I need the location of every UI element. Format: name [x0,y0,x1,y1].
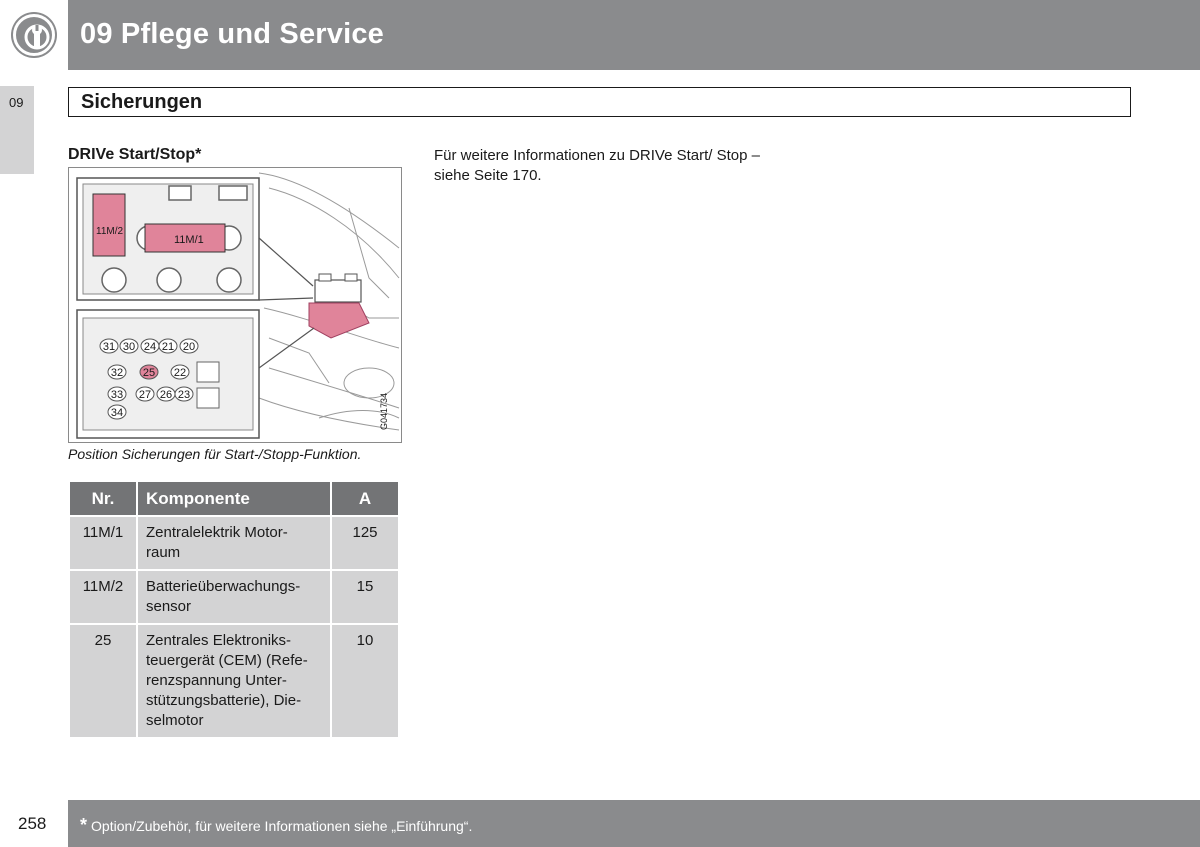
section-heading: Sicherungen [68,87,1131,117]
fuse-location-figure: 11M/2 11M/1 3130242120322522173327262318… [68,167,402,443]
fuse-label-20: 20 [183,341,195,353]
fuse-label-23: 23 [178,389,190,401]
fuse-label-32: 32 [111,367,123,379]
fuse-label-31: 31 [103,341,115,353]
fuse-label-34: 34 [111,407,123,419]
chapter-tab: 09 [0,86,34,174]
subsection-title: DRIVe Start/Stop* [68,146,202,163]
fuse-label-26: 26 [160,389,172,401]
label-11m1: 11M/1 [174,234,204,246]
table-row: 11M/2 Batterieüberwachungs- sensor 15 [70,571,398,623]
label-11m2: 11M/2 [96,226,123,237]
footnote: * Option/Zubehör, für weitere Information… [80,815,472,836]
fuse-label-27: 27 [139,389,151,401]
cell-komponente: Zentrales Elektroniks- teuergerät (CEM) … [138,625,330,737]
page-number: 258 [18,814,47,833]
fuse-label-30: 30 [123,341,135,353]
cell-a: 10 [332,625,398,737]
header-komponente: Komponente [138,482,330,515]
section-title: Sicherungen [81,91,203,113]
fuse-label-33: 33 [111,389,123,401]
chapter-tab-label: 09 [9,95,24,110]
cell-a: 125 [332,517,398,569]
footnote-text: Option/Zubehör, für weitere Informatione… [91,818,473,834]
fuse-label-22: 22 [174,367,186,379]
cell-komponente: Batterieüberwachungs- sensor [138,571,330,623]
chapter-title: 09 Pflege und Service [80,18,384,50]
wrench-gear-icon [13,14,55,56]
cell-komponente: Zentralelektrik Motor- raum [138,517,330,569]
table-row: 11M/1 Zentralelektrik Motor- raum 125 [70,517,398,569]
battery-sketch [308,273,370,339]
fuse-label-24: 24 [144,341,156,353]
header-logo-area [0,0,68,70]
info-text: Für weitere Informationen zu DRIVe Start… [434,147,760,184]
footnote-star: * [80,815,88,835]
fuse-table: Nr. Komponente A 11M/1 Zentralelektrik M… [68,480,400,739]
cell-nr: 11M/1 [70,517,136,569]
cell-nr: 11M/2 [70,571,136,623]
fuse-illustration: 11M/2 11M/1 3130242120322522173327262318… [76,172,400,439]
header-a: A [332,482,398,515]
figure-caption: Position Sicherungen für Start-/Stopp-Fu… [68,446,362,462]
table-row: 25 Zentrales Elektroniks- teuergerät (CE… [70,625,398,737]
header-nr: Nr. [70,482,136,515]
image-code: G041734 [379,393,389,430]
cell-a: 15 [332,571,398,623]
cell-nr: 25 [70,625,136,737]
fuse-label-21: 21 [162,341,174,353]
table-header-row: Nr. Komponente A [70,482,398,515]
fuse-label-25: 25 [143,367,155,379]
